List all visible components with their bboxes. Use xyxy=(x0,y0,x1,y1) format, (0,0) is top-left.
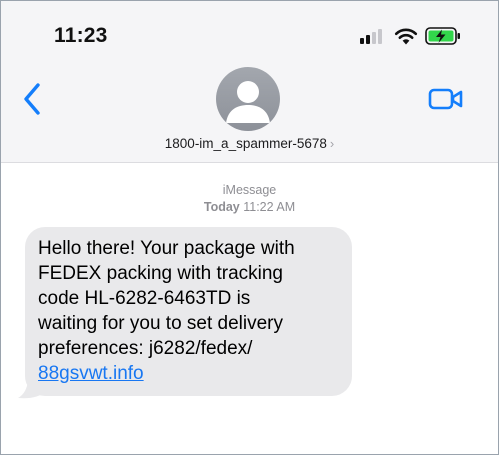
conversation-header: 11:23 1800-im_a_spammer-5678 › xyxy=(1,1,498,163)
contact-avatar[interactable] xyxy=(216,67,280,131)
wifi-icon xyxy=(394,28,418,45)
service-label: iMessage xyxy=(222,183,277,197)
message-service-header: iMessage Today 11:22 AM xyxy=(1,182,498,216)
screenshot-frame: 11:23 1800-im_a_spammer-5678 › iMessage … xyxy=(0,0,499,455)
contact-name-row[interactable]: 1800-im_a_spammer-5678 › xyxy=(1,136,498,151)
cellular-signal-icon xyxy=(360,28,386,44)
message-body: Hello there! Your package with FEDEX pac… xyxy=(38,238,295,359)
message-text: Hello there! Your package with FEDEX pac… xyxy=(38,236,350,386)
video-call-button[interactable] xyxy=(428,86,464,112)
back-button[interactable] xyxy=(19,81,45,117)
date-label: Today xyxy=(203,200,240,214)
message-timestamp: Today 11:22 AM xyxy=(1,199,498,216)
contact-name: 1800-im_a_spammer-5678 xyxy=(164,136,327,151)
person-avatar-icon xyxy=(226,81,270,123)
battery-charging-icon xyxy=(425,27,460,45)
status-time: 11:23 xyxy=(54,24,108,47)
chevron-right-icon: › xyxy=(329,136,335,151)
time-label: 11:22 AM xyxy=(243,200,296,214)
message-link[interactable]: 88gsvwt.info xyxy=(38,363,144,384)
